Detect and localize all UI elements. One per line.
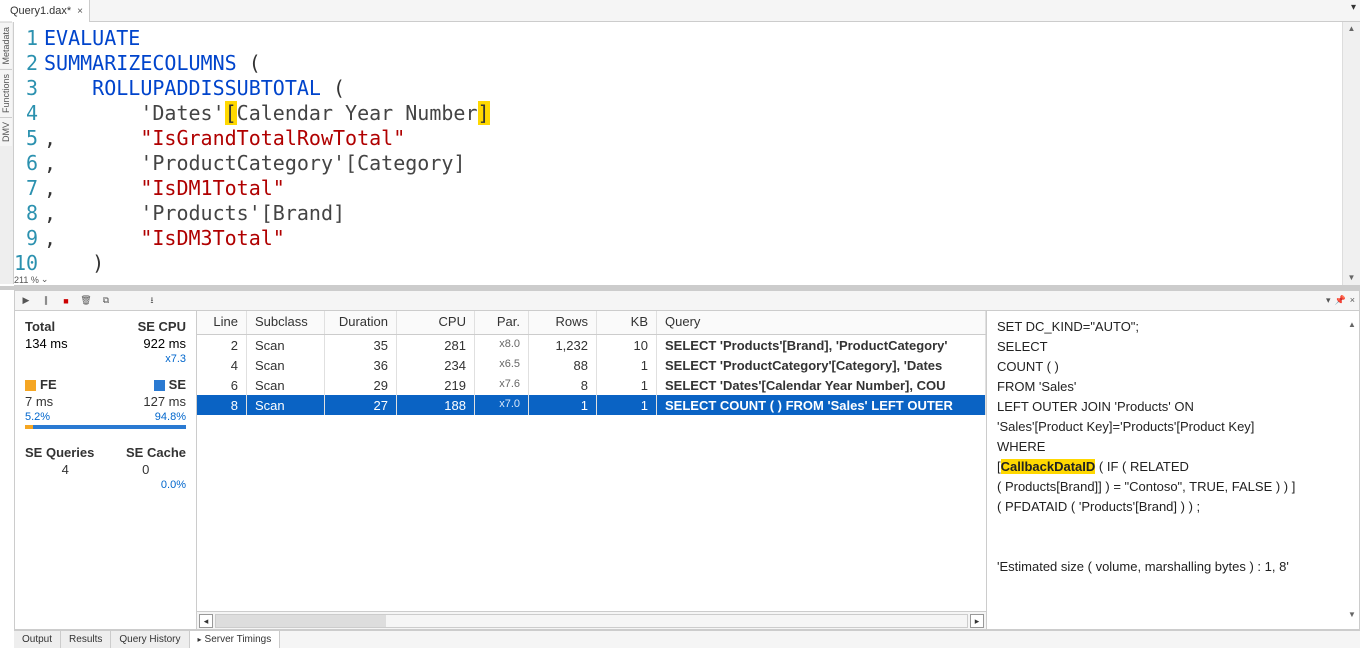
line-number-gutter: 12345678910	[14, 22, 44, 285]
total-label: Total	[25, 319, 55, 334]
side-tab-dmv[interactable]: DMV	[0, 117, 12, 146]
grid-horizontal-scrollbar[interactable]: ◂ ▸	[197, 611, 986, 629]
col-line[interactable]: Line	[197, 311, 247, 334]
fe-color-swatch	[25, 380, 36, 391]
side-tab-strip: Metadata Functions DMV	[0, 22, 14, 284]
copy-icon[interactable]: ⧉	[99, 294, 113, 308]
table-row[interactable]: 8Scan27188x7.011SELECT COUNT ( ) FROM 'S…	[197, 395, 986, 415]
bottom-toolbar: ▶ ∥ ■ 🗑 ⧉ ⭳ ▾ 📌 ×	[15, 291, 1359, 311]
document-tab[interactable]: Query1.dax* ×	[0, 0, 90, 22]
export-icon[interactable]: ⭳	[145, 294, 159, 308]
col-kb[interactable]: KB	[597, 311, 657, 334]
scroll-down-icon[interactable]: ▼	[1343, 271, 1360, 285]
total-value: 134 ms	[25, 336, 68, 351]
tab-overflow-icon[interactable]: ▾	[1351, 2, 1356, 13]
secache-percent: 0.0%	[161, 479, 186, 491]
secpu-value: 922 ms	[143, 336, 186, 351]
col-par[interactable]: Par.	[475, 311, 529, 334]
se-color-swatch	[154, 380, 165, 391]
sql-detail-panel: SET DC_KIND="AUTO"; SELECT COUNT ( ) FRO…	[987, 311, 1359, 629]
fe-se-bar	[25, 425, 186, 429]
document-tab-title: Query1.dax*	[10, 5, 71, 17]
scroll-up-icon[interactable]: ▲	[1343, 22, 1360, 36]
se-value: 127 ms	[143, 394, 186, 409]
table-row[interactable]: 2Scan35281x8.01,23210SELECT 'Products'[B…	[197, 335, 986, 355]
table-row[interactable]: 6Scan29219x7.681SELECT 'Dates'[Calendar …	[197, 375, 986, 395]
stop-icon[interactable]: ■	[59, 294, 73, 308]
clear-icon[interactable]: 🗑	[79, 294, 93, 308]
se-label: SE	[169, 377, 186, 392]
grid-header-row: Line Subclass Duration CPU Par. Rows KB …	[197, 311, 986, 335]
scan-grid: Line Subclass Duration CPU Par. Rows KB …	[197, 311, 987, 629]
sequeries-value: 4	[25, 462, 106, 477]
tab-server-timings[interactable]: Server Timings	[190, 631, 281, 648]
fe-value: 7 ms	[25, 394, 53, 409]
fe-label: FE	[40, 377, 57, 392]
secpu-multiplier: x7.3	[165, 353, 186, 365]
tab-query-history[interactable]: Query History	[111, 631, 189, 648]
fe-percent: 5.2%	[25, 411, 50, 423]
document-tab-bar: Query1.dax* × ▾	[0, 0, 1360, 22]
close-panel-icon[interactable]: ×	[1350, 295, 1355, 306]
col-subclass[interactable]: Subclass	[247, 311, 325, 334]
side-tab-metadata[interactable]: Metadata	[0, 22, 12, 69]
col-cpu[interactable]: CPU	[397, 311, 475, 334]
tab-results[interactable]: Results	[61, 631, 111, 648]
zoom-indicator[interactable]: 211 %⌄	[14, 274, 48, 285]
se-percent: 94.8%	[155, 411, 186, 423]
code-content[interactable]: EVALUATE SUMMARIZECOLUMNS ( ROLLUPADDISS…	[44, 22, 1360, 285]
dropdown-icon[interactable]: ▾	[1326, 295, 1331, 306]
bottom-panel: ▶ ∥ ■ 🗑 ⧉ ⭳ ▾ 📌 × Total SE CPU 134 ms 922 …	[14, 290, 1360, 630]
code-editor[interactable]: 12345678910 EVALUATE SUMMARIZECOLUMNS ( …	[14, 22, 1360, 286]
pause-icon[interactable]: ∥	[39, 294, 53, 308]
scroll-right-icon[interactable]: ▸	[970, 614, 984, 628]
col-rows[interactable]: Rows	[529, 311, 597, 334]
bottom-tab-strip: Output Results Query History Server Timi…	[14, 630, 1360, 648]
side-tab-functions[interactable]: Functions	[0, 69, 12, 117]
secpu-label: SE CPU	[138, 319, 186, 334]
table-row[interactable]: 4Scan36234x6.5881SELECT 'ProductCategory…	[197, 355, 986, 375]
scroll-thumb[interactable]	[216, 615, 386, 627]
close-icon[interactable]: ×	[77, 6, 83, 17]
scroll-left-icon[interactable]: ◂	[199, 614, 213, 628]
secache-value: 0	[106, 462, 187, 477]
play-icon[interactable]: ▶	[19, 294, 33, 308]
tab-output[interactable]: Output	[14, 631, 61, 648]
grid-body: 2Scan35281x8.01,23210SELECT 'Products'[B…	[197, 335, 986, 611]
col-duration[interactable]: Duration	[325, 311, 397, 334]
timing-stats-panel: Total SE CPU 134 ms 922 ms x7.3 FE SE 7 ms 1…	[15, 311, 197, 629]
sequeries-label: SE Queries	[25, 445, 94, 460]
col-query[interactable]: Query	[657, 311, 986, 334]
callback-highlight: CallbackDataID	[1001, 459, 1096, 474]
editor-scrollbar[interactable]: ▲ ▼	[1342, 22, 1360, 285]
secache-label: SE Cache	[126, 445, 186, 460]
pin-icon[interactable]: 📌	[1335, 295, 1346, 306]
sql-scrollbar[interactable]: ▲ ▼	[1347, 315, 1357, 625]
